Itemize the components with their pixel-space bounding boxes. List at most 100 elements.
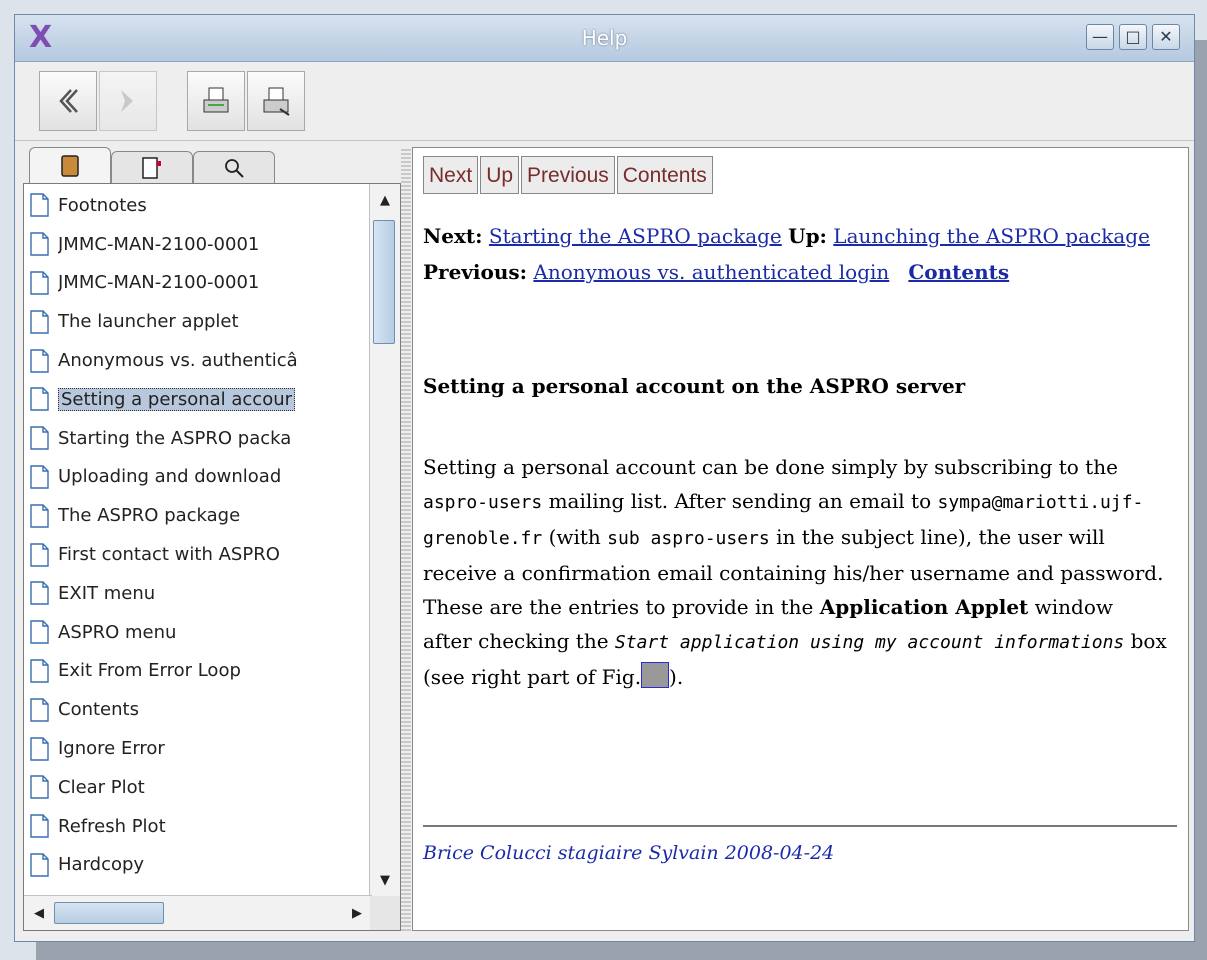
document-icon <box>30 542 49 567</box>
para-bold: Application Applet <box>819 595 1029 619</box>
section-heading: Setting a personal account on the ASPRO … <box>423 374 966 398</box>
tree-item-label: The ASPRO package <box>58 505 241 527</box>
tree-item-label: Exit From Error Loop <box>58 660 241 682</box>
horizontal-scroll-thumb[interactable] <box>54 902 164 924</box>
para-text: Setting a personal account can be done s… <box>423 455 1118 479</box>
tree-item[interactable]: Refresh Plot <box>24 807 352 846</box>
toc-tree[interactable]: Footnotes JMMC-MAN-2100-0001 JMMC-MAN-2100… <box>24 186 352 886</box>
para-code: sub aspro-users <box>607 528 770 549</box>
minimize-icon: — <box>1092 27 1108 46</box>
pane-splitter[interactable] <box>401 147 411 931</box>
search-icon <box>225 158 244 178</box>
para-text: ). <box>669 665 684 689</box>
tree-item[interactable]: Starting the ASPRO packa <box>24 419 352 458</box>
scroll-up-arrow-icon[interactable]: ▲ <box>370 184 400 216</box>
back-button[interactable] <box>39 71 97 131</box>
document-icon <box>30 698 49 722</box>
document-icon <box>30 310 49 334</box>
scroll-right-arrow-icon[interactable]: ▶ <box>342 897 372 929</box>
tree-item-label: First contact with ASPRO <box>58 544 280 566</box>
tab-contents[interactable] <box>29 147 111 184</box>
print-setup-button[interactable] <box>247 71 305 131</box>
para-text: mailing list. After sending an email to <box>542 489 938 513</box>
previous-button[interactable]: Previous <box>521 156 615 194</box>
tree-item-label: The launcher applet <box>58 311 239 333</box>
tree-item[interactable]: JMMC-MAN-2100-0001 <box>24 225 352 264</box>
document-icon <box>30 659 49 683</box>
document-icon <box>30 465 49 489</box>
tree-item-label: JMMC-MAN-2100-0001 <box>58 272 260 294</box>
tree-item[interactable]: Setting a personal accour <box>24 380 352 419</box>
tree-item[interactable]: Contents <box>24 690 352 729</box>
up-label: Up: <box>788 224 827 248</box>
next-button[interactable]: Next <box>423 156 479 194</box>
document-icon <box>30 387 49 412</box>
document-icon <box>30 814 49 838</box>
tree-item[interactable]: ASPRO menu <box>24 613 352 652</box>
tree-item-label: Uploading and download <box>58 466 282 488</box>
document-icon <box>30 504 49 528</box>
para-italic: Start application using my account infor… <box>614 632 1125 653</box>
document-icon <box>30 581 49 606</box>
document-icon <box>30 232 49 256</box>
contents-button[interactable]: Contents <box>616 156 713 194</box>
tree-item[interactable]: Clear Plot <box>24 768 352 807</box>
next-label: Next: <box>423 224 483 248</box>
navigator-pane: Footnotes JMMC-MAN-2100-0001 JMMC-MAN-2100… <box>23 147 401 931</box>
print-icon <box>203 87 229 113</box>
index-icon <box>142 156 161 179</box>
vertical-scroll-thumb[interactable] <box>373 220 395 344</box>
navigator-tabs <box>23 147 401 184</box>
scroll-left-arrow-icon[interactable]: ◀ <box>24 897 54 929</box>
toc-book-icon <box>61 155 79 177</box>
next-link[interactable]: Starting the ASPRO package <box>489 224 782 248</box>
tree-item-label: EXIT menu <box>58 582 156 604</box>
document-icon <box>30 348 49 373</box>
tree-item[interactable]: EXIT menu <box>24 574 352 613</box>
tree-item-label: Clear Plot <box>58 776 145 798</box>
document-icon <box>30 775 49 800</box>
page-footer: Brice Colucci stagiaire Sylvain 2008-04-… <box>423 842 835 864</box>
maximize-icon: □ <box>1125 27 1141 46</box>
page-nav-buttons: Next Up Previous Contents <box>423 156 713 194</box>
document-icon <box>30 271 49 295</box>
forward-button[interactable] <box>99 71 157 131</box>
contents-link[interactable]: Contents <box>908 260 1009 284</box>
help-window: X Help — □ ✕ Footnotes JMMC-MAN-2100-000… <box>14 14 1195 942</box>
up-link[interactable]: Launching the ASPRO package <box>833 224 1150 248</box>
tree-item[interactable]: Exit From Error Loop <box>24 652 352 691</box>
tree-item-label: Contents <box>58 699 139 721</box>
tree-item[interactable]: Ignore Error <box>24 729 352 768</box>
tree-item[interactable]: The launcher applet <box>24 302 352 341</box>
minimize-button[interactable]: — <box>1086 24 1114 50</box>
para-text: (with <box>542 525 608 549</box>
tree-item[interactable]: Uploading and download <box>24 458 352 497</box>
window-title: Help <box>581 26 628 50</box>
print-setup-icon <box>263 87 290 116</box>
scroll-down-arrow-icon[interactable]: ▼ <box>370 864 400 896</box>
tree-item[interactable]: First contact with ASPRO <box>24 535 352 574</box>
tree-item[interactable]: Hardcopy <box>24 846 352 885</box>
tree-item[interactable]: Footnotes <box>24 186 352 225</box>
tab-index[interactable] <box>111 151 193 183</box>
title-bar[interactable]: X Help — □ ✕ <box>15 15 1194 62</box>
up-button[interactable]: Up <box>480 156 520 194</box>
tab-search[interactable] <box>193 151 275 183</box>
page-nav-links: Next: Starting the ASPRO package Up: Lau… <box>423 218 1163 290</box>
tree-item[interactable]: Anonymous vs. authenticâ <box>24 341 352 380</box>
vertical-scrollbar[interactable]: ▲ ▼ <box>369 184 400 896</box>
tree-item[interactable]: The ASPRO package <box>24 496 352 535</box>
tree-item[interactable]: JMMC-MAN-2100-0001 <box>24 264 352 303</box>
previous-label: Previous: <box>423 260 528 284</box>
close-button[interactable]: ✕ <box>1152 24 1180 50</box>
figure-ref-icon[interactable] <box>641 662 670 688</box>
previous-link[interactable]: Anonymous vs. authenticated login <box>533 260 889 284</box>
document-icon <box>30 736 49 761</box>
maximize-button[interactable]: □ <box>1119 24 1147 50</box>
print-button[interactable] <box>187 71 245 131</box>
toolbar <box>15 62 1194 141</box>
horizontal-scrollbar[interactable]: ◀ ▶ <box>24 895 372 930</box>
document-icon <box>30 853 49 877</box>
help-content-pane: Next Up Previous Contents Next: Starting… <box>412 147 1189 931</box>
close-icon: ✕ <box>1159 27 1173 46</box>
